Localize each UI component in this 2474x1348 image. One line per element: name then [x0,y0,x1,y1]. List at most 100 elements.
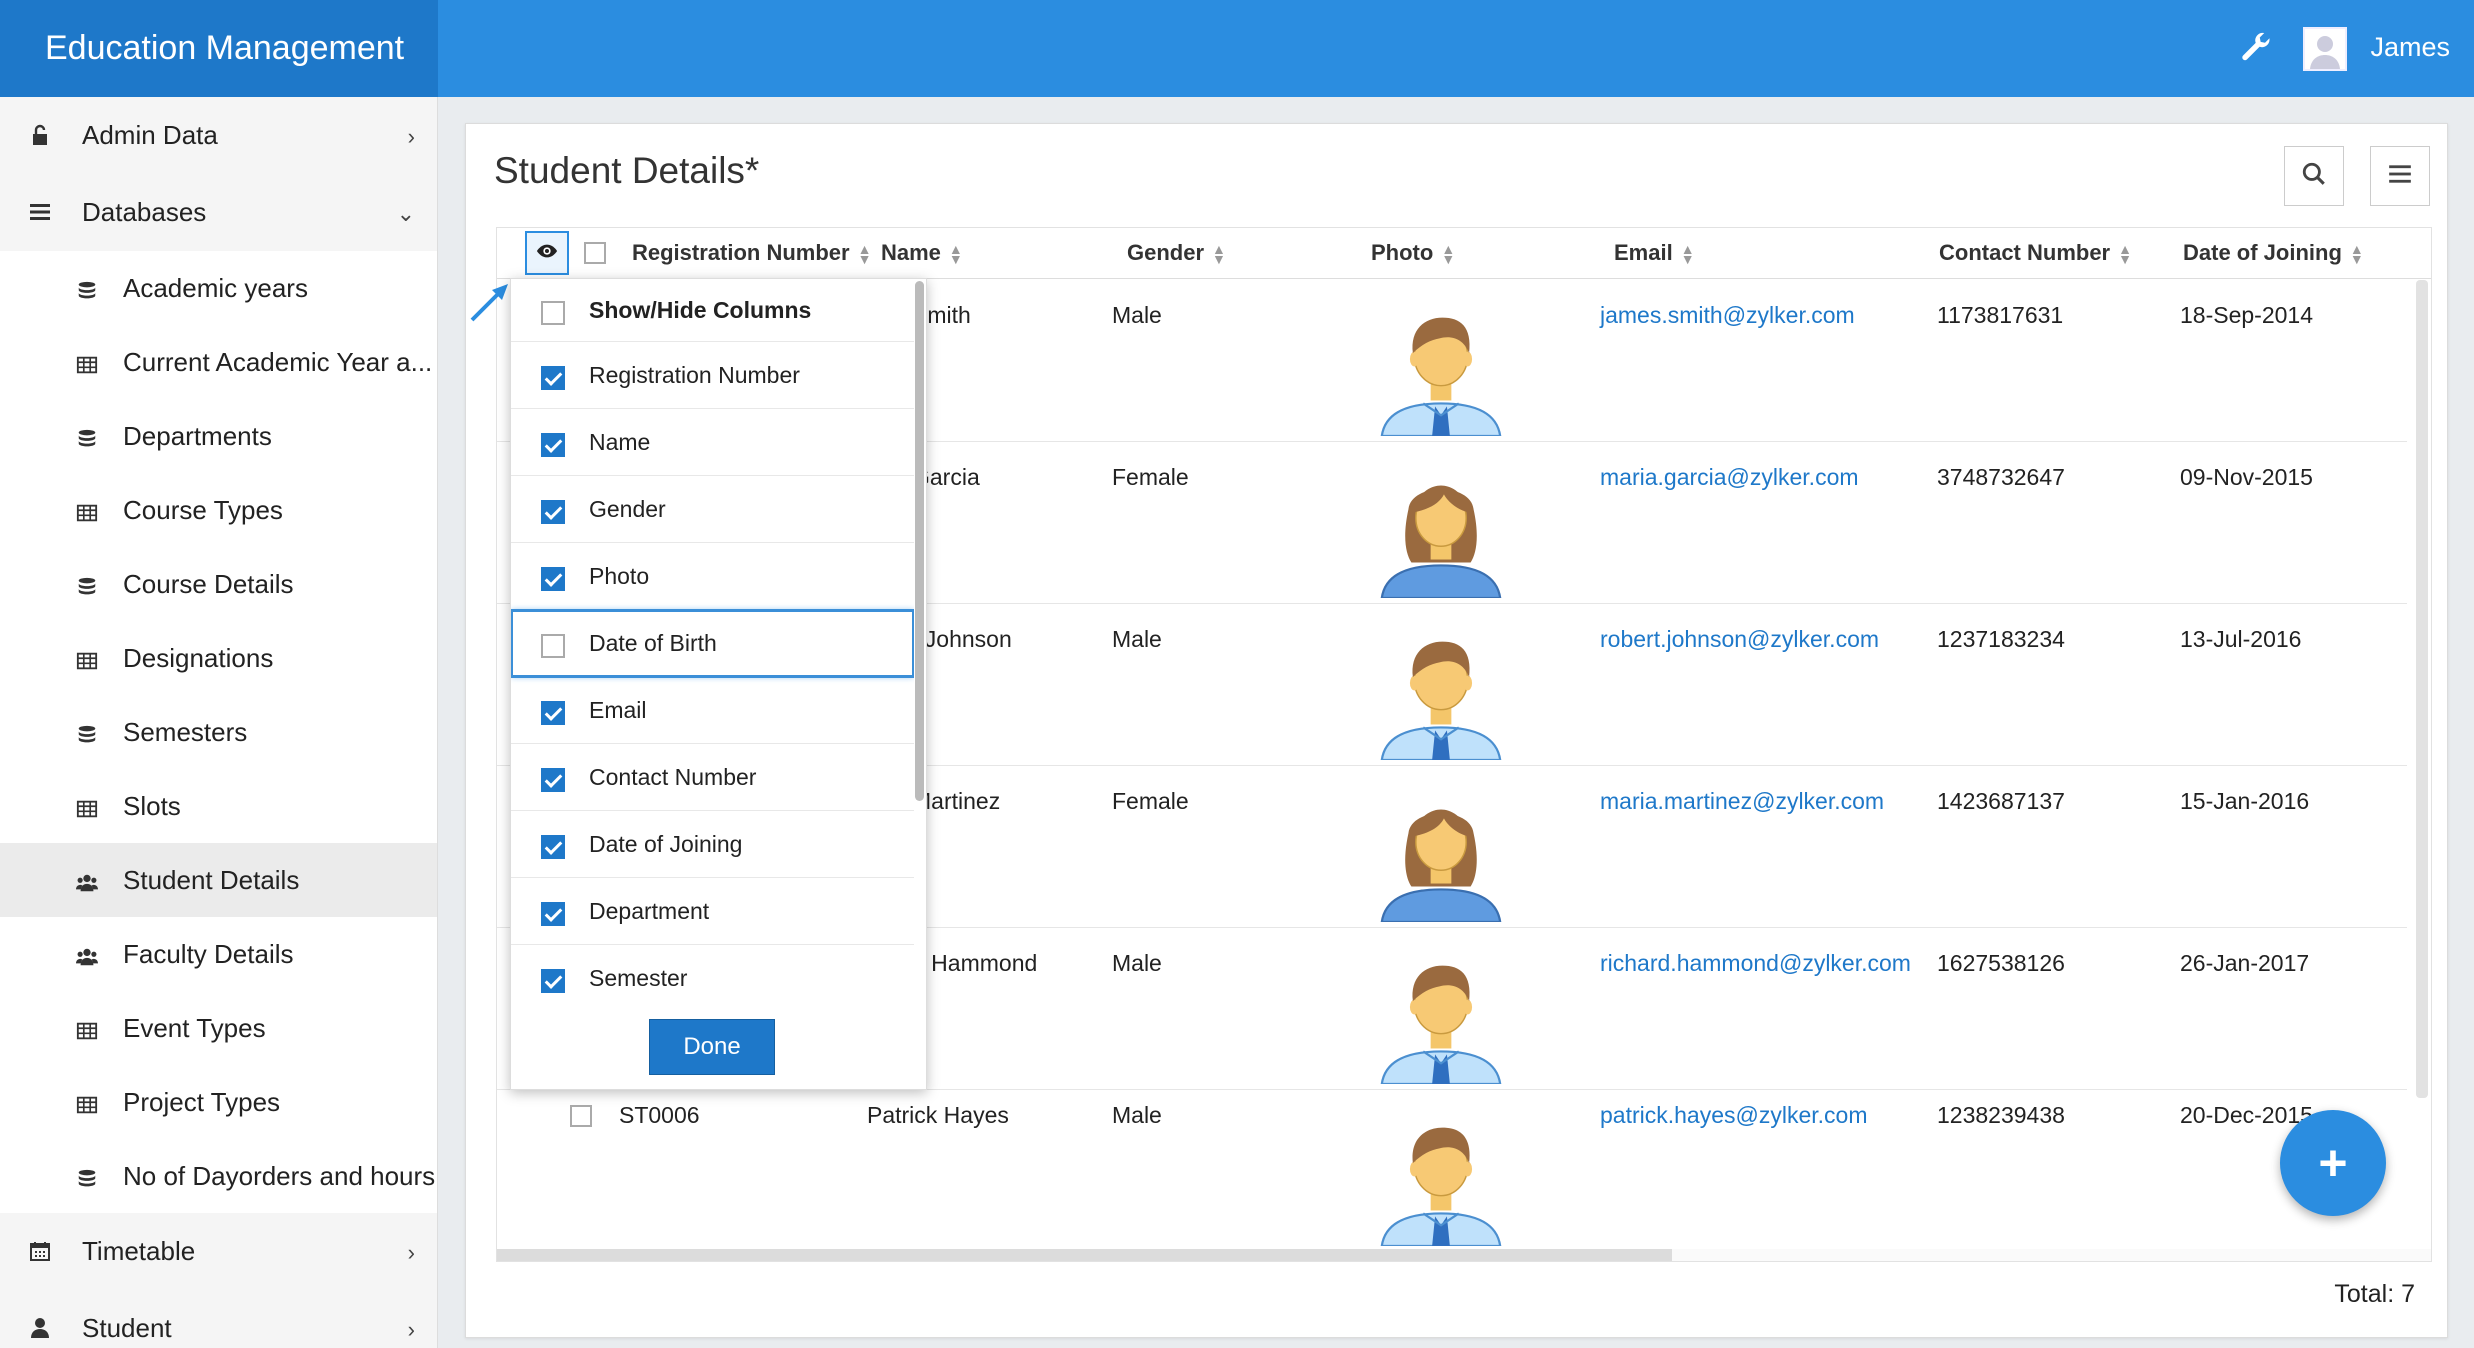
sort-icon[interactable]: ▲ ▼ [1681,242,1695,266]
date-of-joining-cell: 13-Jul-2016 [2180,626,2302,652]
column-option-checkbox[interactable] [541,969,565,993]
sort-icon[interactable]: ▲ ▼ [949,242,963,266]
sort-icon[interactable]: ▲ ▼ [2118,242,2132,266]
column-header-date-of-joining[interactable]: Date of Joining ▲ ▼ [2183,240,2364,266]
column-option-checkbox[interactable] [541,433,565,457]
sidebar-item-current-academic-year-a[interactable]: Current Academic Year a... [0,325,437,399]
sort-icon[interactable]: ▲ ▼ [1441,242,1455,266]
sort-icon[interactable]: ▲ ▼ [1212,242,1226,266]
sidebar-item-student[interactable]: Student › [0,1290,437,1348]
email-link[interactable]: james.smith@zylker.com [1600,302,1855,329]
vertical-scrollbar[interactable] [2416,280,2428,1098]
sidebar-item-label: Course Types [123,494,283,525]
show-hide-columns-popup: Show/Hide Columns Registration Number Nam… [510,278,927,1090]
popup-header-label: Show/Hide Columns [589,296,812,323]
chevron-right-icon: › [407,1317,415,1342]
contact-number-cell: 1237183234 [1937,626,2065,652]
sidebar-item-admin-data[interactable]: Admin Data › [0,97,437,174]
column-option-label: Gender [589,495,666,522]
column-option-checkbox[interactable] [541,768,565,792]
lock-icon [28,123,52,147]
column-option-checkbox[interactable] [541,701,565,725]
sidebar-item-course-types[interactable]: Course Types [0,473,437,547]
column-option-semester[interactable]: Semester [511,945,914,1003]
column-option-label: Photo [589,562,650,589]
sidebar: Admin Data › Databases ⌄ Academic years C… [0,97,438,1348]
date-of-joining-cell: 26-Jan-2017 [2180,950,2310,976]
sort-icon[interactable]: ▲ ▼ [858,242,872,266]
gender-cell: Female [1112,464,1189,490]
sidebar-item-designations[interactable]: Designations [0,621,437,695]
sidebar-item-faculty-details[interactable]: Faculty Details [0,917,437,991]
column-label: Gender [1127,240,1205,265]
column-header-name[interactable]: Name ▲ ▼ [881,240,963,266]
column-option-photo[interactable]: Photo [511,543,914,610]
gender-cell: Male [1112,626,1162,652]
top-bar: James [438,0,2474,97]
column-option-checkbox[interactable] [541,902,565,926]
column-option-label: Date of Joining [589,830,743,857]
show-hide-columns-button[interactable] [525,231,569,275]
select-all-checkbox[interactable] [584,242,606,264]
column-option-checkbox[interactable] [541,634,565,658]
column-option-name[interactable]: Name [511,409,914,476]
column-option-checkbox[interactable] [541,500,565,524]
show-hide-columns-header[interactable]: Show/Hide Columns [511,279,914,342]
column-option-checkbox[interactable] [541,366,565,390]
column-label: Registration Number [632,240,850,265]
column-header-registration-number[interactable]: Registration Number ▲ ▼ [632,240,871,266]
column-option-contact-number[interactable]: Contact Number [511,744,914,811]
avatar[interactable] [2303,27,2347,71]
column-header-email[interactable]: Email ▲ ▼ [1614,240,1695,266]
column-header-contact-number[interactable]: Contact Number ▲ ▼ [1939,240,2132,266]
menu-button[interactable] [2370,146,2430,206]
sidebar-item-project-types[interactable]: Project Types [0,1065,437,1139]
column-option-checkbox[interactable] [541,567,565,591]
column-option-email[interactable]: Email [511,677,914,744]
toggle-all-checkbox[interactable] [541,301,565,325]
sidebar-item-course-details[interactable]: Course Details [0,547,437,621]
sidebar-item-label: Databases [82,197,207,227]
horizontal-scrollbar[interactable] [497,1249,1672,1261]
student-photo [1367,1098,1515,1248]
contact-number-cell: 1423687137 [1937,788,2065,814]
column-option-date-of-joining[interactable]: Date of Joining [511,811,914,878]
sidebar-item-semesters[interactable]: Semesters [0,695,437,769]
sidebar-item-label: Course Details [123,568,294,599]
app-title[interactable]: Education Management [0,0,438,97]
column-option-date-of-birth[interactable]: Date of Birth [511,609,914,678]
email-link[interactable]: richard.hammond@zylker.com [1600,950,1911,977]
done-button[interactable]: Done [649,1019,775,1075]
user-name[interactable]: James [2370,32,2450,63]
column-option-checkbox[interactable] [541,835,565,859]
column-option-registration-number[interactable]: Registration Number [511,342,914,409]
sidebar-item-no-of-dayorders-and-hours[interactable]: No of Dayorders and hours [0,1139,437,1213]
sidebar-item-academic-years[interactable]: Academic years [0,251,437,325]
email-link[interactable]: robert.johnson@zylker.com [1600,626,1879,653]
sidebar-item-slots[interactable]: Slots [0,769,437,843]
sort-icon[interactable]: ▲ ▼ [2350,242,2364,266]
users-icon [76,944,98,966]
column-header-photo[interactable]: Photo ▲ ▼ [1371,240,1455,266]
popup-scrollbar[interactable] [915,281,924,801]
row-checkbox[interactable] [570,1105,592,1127]
date-of-joining-cell: 18-Sep-2014 [2180,302,2313,328]
table-row[interactable]: ST0006 Patrick Hayes Male patrick.hayes@zyl… [497,1090,2407,1252]
email-link[interactable]: maria.garcia@zylker.com [1600,464,1859,491]
sidebar-item-label: Designations [123,642,274,673]
sidebar-item-student-details[interactable]: Student Details [0,843,437,917]
sidebar-item-event-types[interactable]: Event Types [0,991,437,1065]
sidebar-item-databases[interactable]: Databases ⌄ [0,174,437,251]
sidebar-item-departments[interactable]: Departments [0,399,437,473]
wrench-icon[interactable] [2238,30,2274,66]
column-option-gender[interactable]: Gender [511,476,914,543]
email-link[interactable]: maria.martinez@zylker.com [1600,788,1884,815]
column-header-gender[interactable]: Gender ▲ ▼ [1127,240,1226,266]
search-button[interactable] [2284,146,2344,206]
sidebar-item-timetable[interactable]: Timetable › [0,1213,437,1290]
column-option-department[interactable]: Department [511,878,914,945]
email-link[interactable]: patrick.hayes@zylker.com [1600,1102,1868,1129]
gender-cell: Female [1112,788,1189,814]
add-record-button[interactable]: + [2280,1110,2386,1216]
hamburger-icon [2387,161,2413,192]
